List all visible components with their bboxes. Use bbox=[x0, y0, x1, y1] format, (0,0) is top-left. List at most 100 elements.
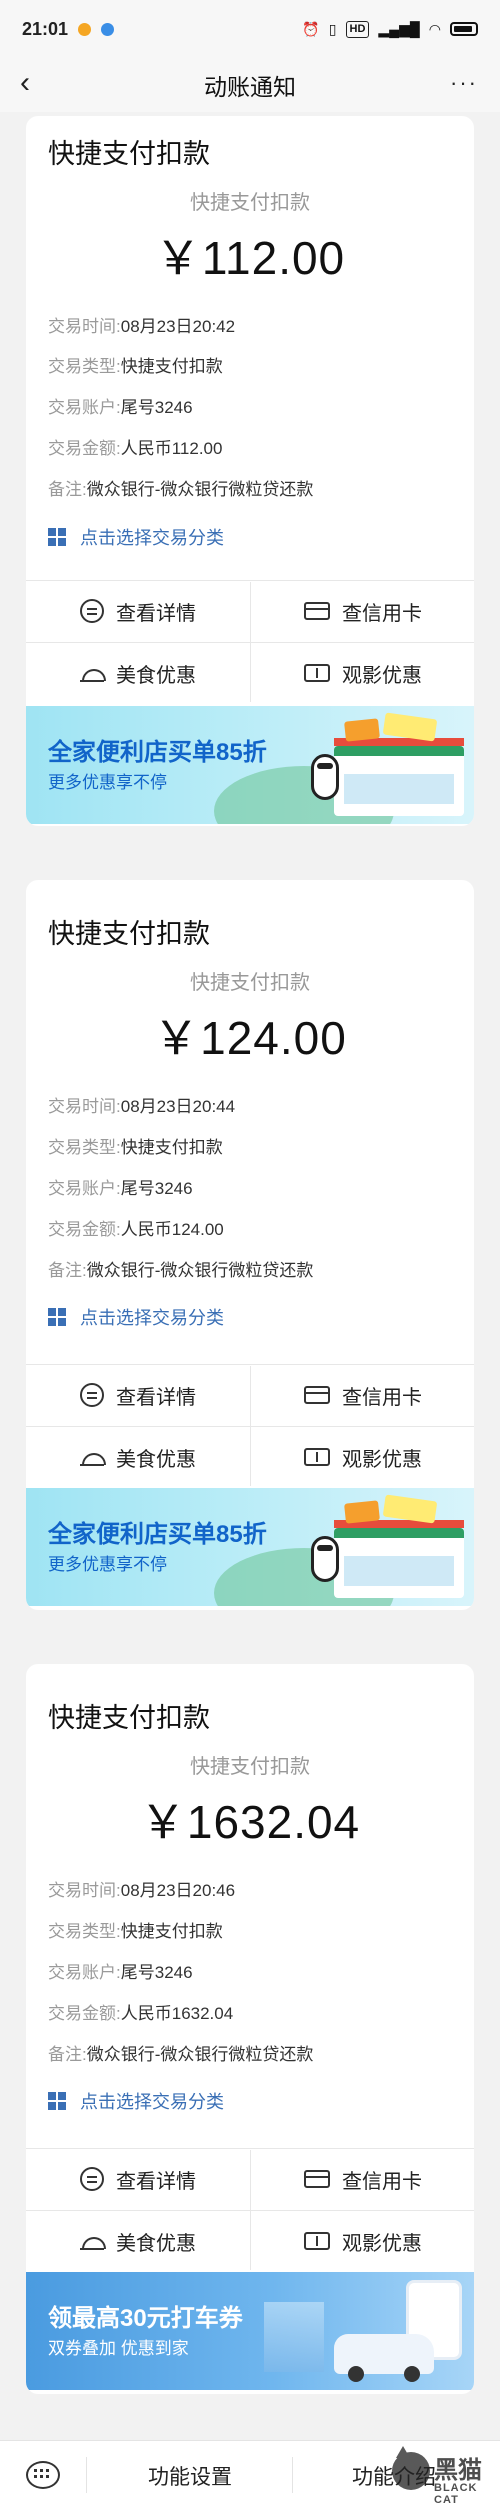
nav-bar: ‹ 动账通知 ··· bbox=[0, 58, 500, 112]
list-icon bbox=[80, 599, 104, 623]
action-label: 观影优惠 bbox=[342, 664, 422, 687]
back-icon[interactable]: ‹ bbox=[20, 68, 30, 98]
detail-label: 交易类型: bbox=[48, 357, 121, 376]
banner-subtitle: 更多优惠享不停 bbox=[48, 773, 167, 792]
detail-remark: 备注:微众银行-微众银行微粒贷还款 bbox=[48, 1256, 313, 1281]
city-illustration bbox=[264, 2302, 324, 2372]
status-bar: 21:01 ⏰ ▯ HD ▂▄▆█ ◠ bbox=[0, 0, 500, 58]
detail-label: 交易账户: bbox=[48, 398, 121, 417]
app-notification-icon bbox=[78, 22, 92, 36]
detail-label: 交易金额: bbox=[48, 439, 121, 458]
credit-card-button[interactable]: 查信用卡 bbox=[251, 1366, 474, 1424]
detail-label: 交易时间: bbox=[48, 1881, 121, 1900]
classify-link[interactable]: 点击选择交易分类 bbox=[48, 524, 224, 550]
classify-link[interactable]: 点击选择交易分类 bbox=[48, 1304, 224, 1330]
more-icon[interactable]: ··· bbox=[450, 70, 478, 96]
detail-value: 08月23日20:46 bbox=[120, 1881, 236, 1900]
grid-icon bbox=[48, 2092, 66, 2110]
detail-label: 交易时间: bbox=[48, 1097, 121, 1116]
detail-label: 交易时间: bbox=[48, 317, 121, 336]
transaction-card: 快捷支付扣款 快捷支付扣款 ￥1632.04 交易时间:08月23日20:46 … bbox=[26, 1664, 474, 2394]
detail-type: 交易类型:快捷支付扣款 bbox=[48, 1133, 223, 1158]
store-illustration bbox=[334, 738, 464, 816]
detail-value: 尾号3246 bbox=[120, 1179, 193, 1198]
detail-label: 交易账户: bbox=[48, 1179, 121, 1198]
cloche-icon bbox=[80, 661, 106, 685]
view-details-button[interactable]: 查看详情 bbox=[26, 582, 250, 640]
detail-value: 尾号3246 bbox=[120, 1963, 193, 1982]
classify-label: 点击选择交易分类 bbox=[80, 1308, 224, 1328]
watermark-cn: 黑猫 bbox=[434, 2457, 482, 2484]
action-label: 观影优惠 bbox=[342, 2232, 422, 2255]
grid-icon bbox=[48, 1308, 66, 1326]
detail-label: 备注: bbox=[48, 2045, 87, 2064]
watermark-logo: 黑猫 BLACK CAT bbox=[384, 2444, 494, 2506]
movie-offer-button[interactable]: 观影优惠 bbox=[251, 2212, 474, 2270]
divider bbox=[26, 580, 474, 581]
action-label: 查信用卡 bbox=[342, 602, 422, 625]
action-label: 美食优惠 bbox=[116, 1448, 196, 1471]
detail-value: 08月23日20:44 bbox=[120, 1097, 236, 1116]
detail-remark: 备注:微众银行-微众银行微粒贷还款 bbox=[48, 475, 313, 500]
card-amount: ￥112.00 bbox=[154, 232, 346, 284]
banner-title: 全家便利店买单85折 bbox=[48, 739, 267, 766]
keyboard-icon[interactable] bbox=[26, 2461, 60, 2489]
card-icon bbox=[304, 2170, 330, 2188]
food-offer-button[interactable]: 美食优惠 bbox=[26, 1428, 250, 1486]
signal-icon: ▂▄▆█ bbox=[378, 20, 420, 37]
detail-time: 交易时间:08月23日20:44 bbox=[48, 1092, 235, 1117]
detail-label: 交易类型: bbox=[48, 1138, 121, 1157]
cat-icon bbox=[392, 2446, 430, 2490]
app-notification-icon bbox=[101, 22, 115, 36]
panda-illustration bbox=[311, 754, 339, 800]
food-offer-button[interactable]: 美食优惠 bbox=[26, 2212, 250, 2270]
card-icon bbox=[304, 602, 330, 620]
banner-subtitle: 更多优惠享不停 bbox=[48, 1555, 167, 1574]
card-subtitle: 快捷支付扣款 bbox=[190, 972, 310, 994]
list-icon bbox=[80, 2167, 104, 2191]
movie-offer-button[interactable]: 观影优惠 bbox=[251, 1428, 474, 1486]
detail-label: 备注: bbox=[48, 1261, 87, 1280]
panda-illustration bbox=[311, 1536, 339, 1582]
classify-link[interactable]: 点击选择交易分类 bbox=[48, 2088, 224, 2114]
card-title: 快捷支付扣款 bbox=[48, 919, 210, 949]
view-details-button[interactable]: 查看详情 bbox=[26, 2150, 250, 2208]
action-label: 查看详情 bbox=[116, 1386, 196, 1409]
detail-amount: 交易金额:人民币1632.04 bbox=[48, 1999, 233, 2024]
action-label: 查信用卡 bbox=[342, 2170, 422, 2193]
detail-value: 快捷支付扣款 bbox=[120, 1922, 223, 1941]
banner-subtitle: 双券叠加 优惠到家 bbox=[48, 2339, 189, 2358]
view-details-button[interactable]: 查看详情 bbox=[26, 1366, 250, 1424]
detail-account: 交易账户:尾号3246 bbox=[48, 393, 193, 418]
detail-label: 交易类型: bbox=[48, 1922, 121, 1941]
cloche-icon bbox=[80, 2229, 106, 2253]
promo-banner[interactable]: 全家便利店买单85折 更多优惠享不停 bbox=[26, 706, 474, 824]
cloche-icon bbox=[80, 1445, 106, 1469]
promo-banner[interactable]: 全家便利店买单85折 更多优惠享不停 bbox=[26, 1488, 474, 1606]
page-title: 动账通知 bbox=[204, 74, 296, 100]
sign-illustration bbox=[344, 718, 380, 742]
ticket-icon bbox=[304, 2232, 330, 2250]
food-offer-button[interactable]: 美食优惠 bbox=[26, 644, 250, 702]
store-illustration bbox=[334, 1520, 464, 1598]
card-title: 快捷支付扣款 bbox=[48, 139, 210, 169]
detail-value: 微众银行-微众银行微粒贷还款 bbox=[86, 2045, 314, 2064]
action-label: 观影优惠 bbox=[342, 1448, 422, 1471]
promo-banner[interactable]: 领最高30元打车券 双券叠加 优惠到家 bbox=[26, 2272, 474, 2390]
classify-label: 点击选择交易分类 bbox=[80, 528, 224, 548]
status-time: 21:01 bbox=[22, 18, 69, 39]
settings-button[interactable]: 功能设置 bbox=[148, 2461, 232, 2491]
detail-label: 交易金额: bbox=[48, 2004, 121, 2023]
detail-value: 快捷支付扣款 bbox=[120, 357, 223, 376]
sign-illustration bbox=[344, 1500, 380, 1524]
detail-value: 微众银行-微众银行微粒贷还款 bbox=[86, 1261, 314, 1280]
credit-card-button[interactable]: 查信用卡 bbox=[251, 2150, 474, 2208]
divider bbox=[26, 2148, 474, 2149]
detail-time: 交易时间:08月23日20:46 bbox=[48, 1876, 235, 1901]
hd-icon: HD bbox=[345, 20, 370, 38]
detail-value: 人民币1632.04 bbox=[120, 2004, 234, 2023]
divider bbox=[250, 2150, 251, 2270]
transaction-card: 快捷支付扣款 快捷支付扣款 ￥124.00 交易时间:08月23日20:44 交… bbox=[26, 880, 474, 1610]
credit-card-button[interactable]: 查信用卡 bbox=[251, 582, 474, 640]
movie-offer-button[interactable]: 观影优惠 bbox=[251, 644, 474, 702]
